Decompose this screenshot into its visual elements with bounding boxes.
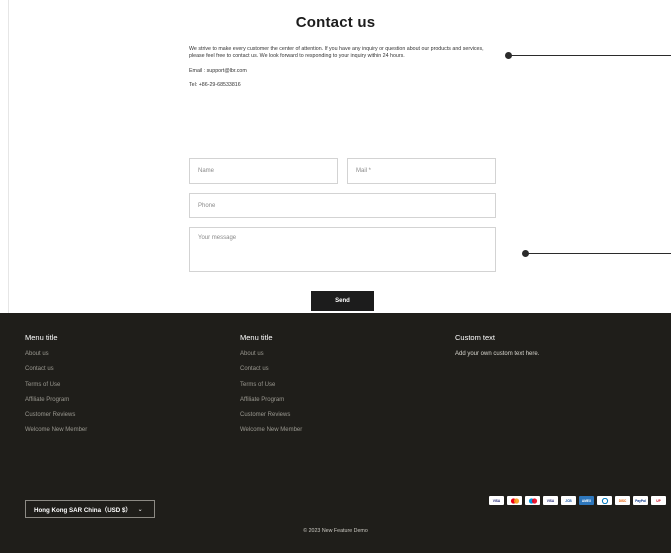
amex-icon: AMEX [579,496,594,505]
footer-link-terms[interactable]: Terms of Use [25,382,87,388]
copyright-text: © 2023 New Feature Demo [303,528,368,534]
message-textarea[interactable]: Your message [189,227,496,272]
tel-text: Tel: +86-29-68533816 [189,82,241,89]
footer-link-welcome[interactable]: Welcome New Member [240,427,302,433]
footer-link-affiliate[interactable]: Affiliate Program [25,397,87,403]
payment-icons: VISA VISA JCB AMEX DISC PayPal UP [486,496,666,505]
callout-line-bottom [522,250,671,257]
site-footer: Menu title About us Contact us Terms of … [0,313,671,553]
footer-link-welcome[interactable]: Welcome New Member [25,427,87,433]
footer-custom-body: Add your own custom text here. [455,351,540,357]
paypal-icon: PayPal [633,496,648,505]
email-text: Email : support@lbr.com [189,67,247,74]
send-button[interactable]: Send [311,291,374,311]
footer-menu-title: Menu title [240,333,273,342]
callout-line-top [505,52,671,59]
discover-icon: DISC [615,496,630,505]
footer-menu-2: Menu title About us Contact us Terms of … [240,333,302,443]
visa-electron-icon: VISA [543,496,558,505]
visa-icon: VISA [489,496,504,505]
footer-link-reviews[interactable]: Customer Reviews [240,412,302,418]
chevron-down-icon: ⌄ [137,506,143,513]
page-title: Contact us [295,14,376,31]
unionpay-icon: UP [651,496,666,505]
footer-menu-1: Menu title About us Contact us Terms of … [25,333,87,443]
footer-custom-title: Custom text [455,333,496,342]
mail-input[interactable]: Mail * [347,158,496,184]
maestro-icon [525,496,540,505]
region-label: Hong Kong SAR China（USD $） [34,506,132,514]
footer-custom-text: Custom text Add your own custom text her… [455,333,539,357]
region-currency-selector[interactable]: Hong Kong SAR China（USD $） ⌄ [25,500,155,518]
footer-link-contact-us[interactable]: Contact us [240,366,302,372]
phone-input[interactable]: Phone [189,193,496,218]
contact-intro: We strive to make every customer the cen… [189,46,489,97]
footer-link-terms[interactable]: Terms of Use [240,382,302,388]
diners-icon [597,496,612,505]
footer-link-contact-us[interactable]: Contact us [25,366,87,372]
jcb-icon: JCB [561,496,576,505]
footer-menu-title: Menu title [25,333,58,342]
footer-link-affiliate[interactable]: Affiliate Program [240,397,302,403]
name-input[interactable]: Name [189,158,338,184]
footer-link-about-us[interactable]: About us [240,351,302,357]
footer-link-about-us[interactable]: About us [25,351,87,357]
mastercard-icon [507,496,522,505]
callout-dot-icon [505,52,512,59]
callout-dot-icon [522,250,529,257]
intro-text: We strive to make every customer the cen… [189,46,484,60]
page-edge-line [8,0,9,313]
footer-link-reviews[interactable]: Customer Reviews [25,412,87,418]
